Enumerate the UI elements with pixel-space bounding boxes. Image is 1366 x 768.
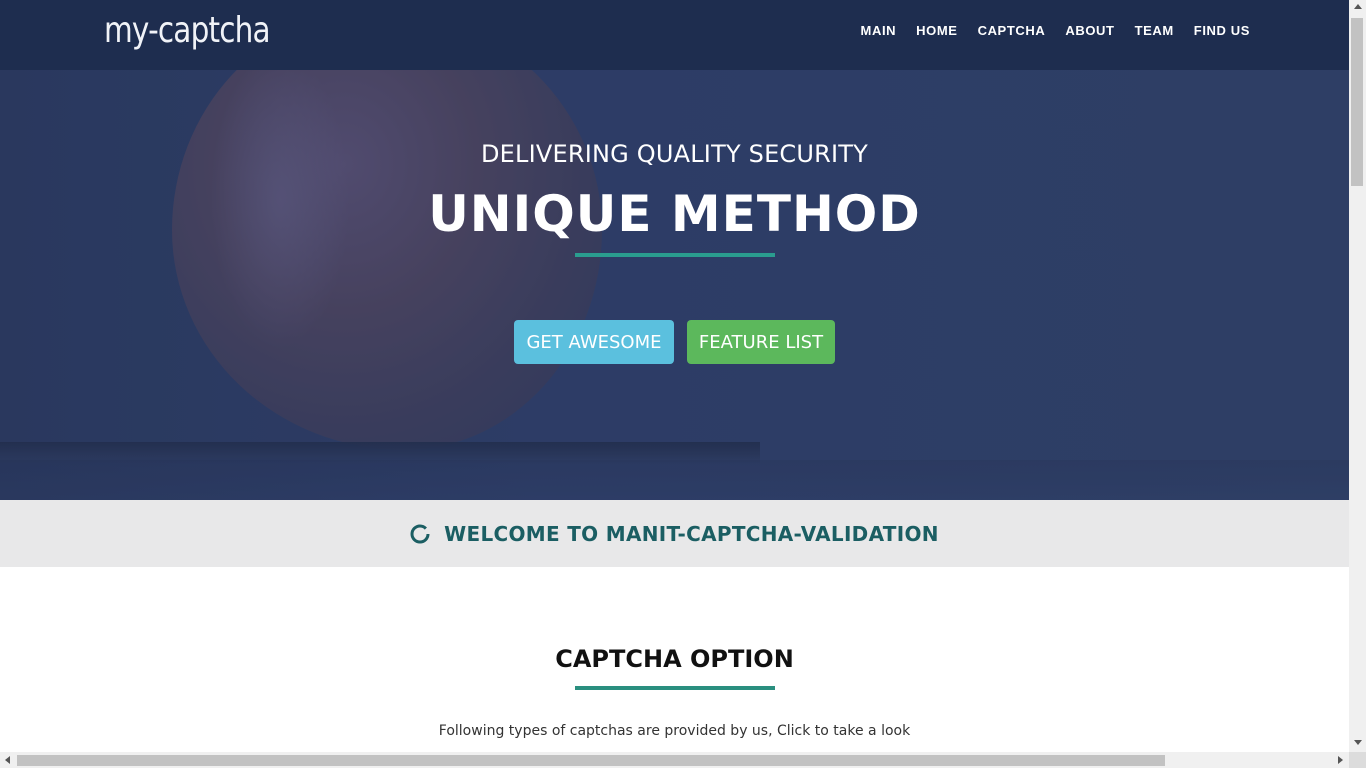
nav-link-find-us[interactable]: FIND US xyxy=(1194,23,1250,38)
horizontal-scrollbar-thumb[interactable] xyxy=(17,755,1165,766)
nav-link-about[interactable]: ABOUT xyxy=(1065,23,1114,38)
nav-link-home[interactable]: HOME xyxy=(916,23,957,38)
welcome-band: WELCOME TO MANIT-CAPTCHA-VALIDATION xyxy=(0,500,1349,567)
scroll-left-arrow-icon[interactable] xyxy=(5,756,10,764)
hero-title: UNIQUE METHOD xyxy=(428,185,921,243)
nav-links: MAIN HOME CAPTCHA ABOUT TEAM FIND US xyxy=(841,23,1250,38)
hero-divider xyxy=(575,253,775,257)
scroll-up-arrow-icon[interactable] xyxy=(1354,4,1362,9)
captcha-option-divider xyxy=(575,686,775,690)
hero-section: DELIVERING QUALITY SECURITY UNIQUE METHO… xyxy=(0,70,1349,500)
scrollbar-corner xyxy=(1349,752,1366,768)
scroll-right-arrow-icon[interactable] xyxy=(1338,756,1343,764)
vertical-scrollbar-thumb[interactable] xyxy=(1351,18,1363,186)
spinner-icon xyxy=(410,524,430,544)
feature-list-button[interactable]: FEATURE LIST xyxy=(687,320,835,364)
captcha-option-description: Following types of captchas are provided… xyxy=(438,723,911,739)
page: my-captcha MAIN HOME CAPTCHA ABOUT TEAM … xyxy=(0,0,1349,752)
nav-link-team[interactable]: TEAM xyxy=(1135,23,1174,38)
nav-link-main[interactable]: MAIN xyxy=(861,23,897,38)
hero-subtitle: DELIVERING QUALITY SECURITY xyxy=(480,140,869,168)
welcome-heading: WELCOME TO MANIT-CAPTCHA-VALIDATION xyxy=(444,522,939,546)
scroll-down-arrow-icon[interactable] xyxy=(1354,740,1362,745)
welcome-content: WELCOME TO MANIT-CAPTCHA-VALIDATION xyxy=(0,522,1349,546)
nav-link-captcha[interactable]: CAPTCHA xyxy=(978,23,1046,38)
hero-overlay xyxy=(0,70,1349,500)
get-awesome-button[interactable]: GET AWESOME xyxy=(514,320,674,364)
navbar: my-captcha MAIN HOME CAPTCHA ABOUT TEAM … xyxy=(0,0,1349,70)
captcha-option-title: CAPTCHA OPTION xyxy=(555,645,794,673)
brand-logo[interactable]: my-captcha xyxy=(104,10,271,51)
